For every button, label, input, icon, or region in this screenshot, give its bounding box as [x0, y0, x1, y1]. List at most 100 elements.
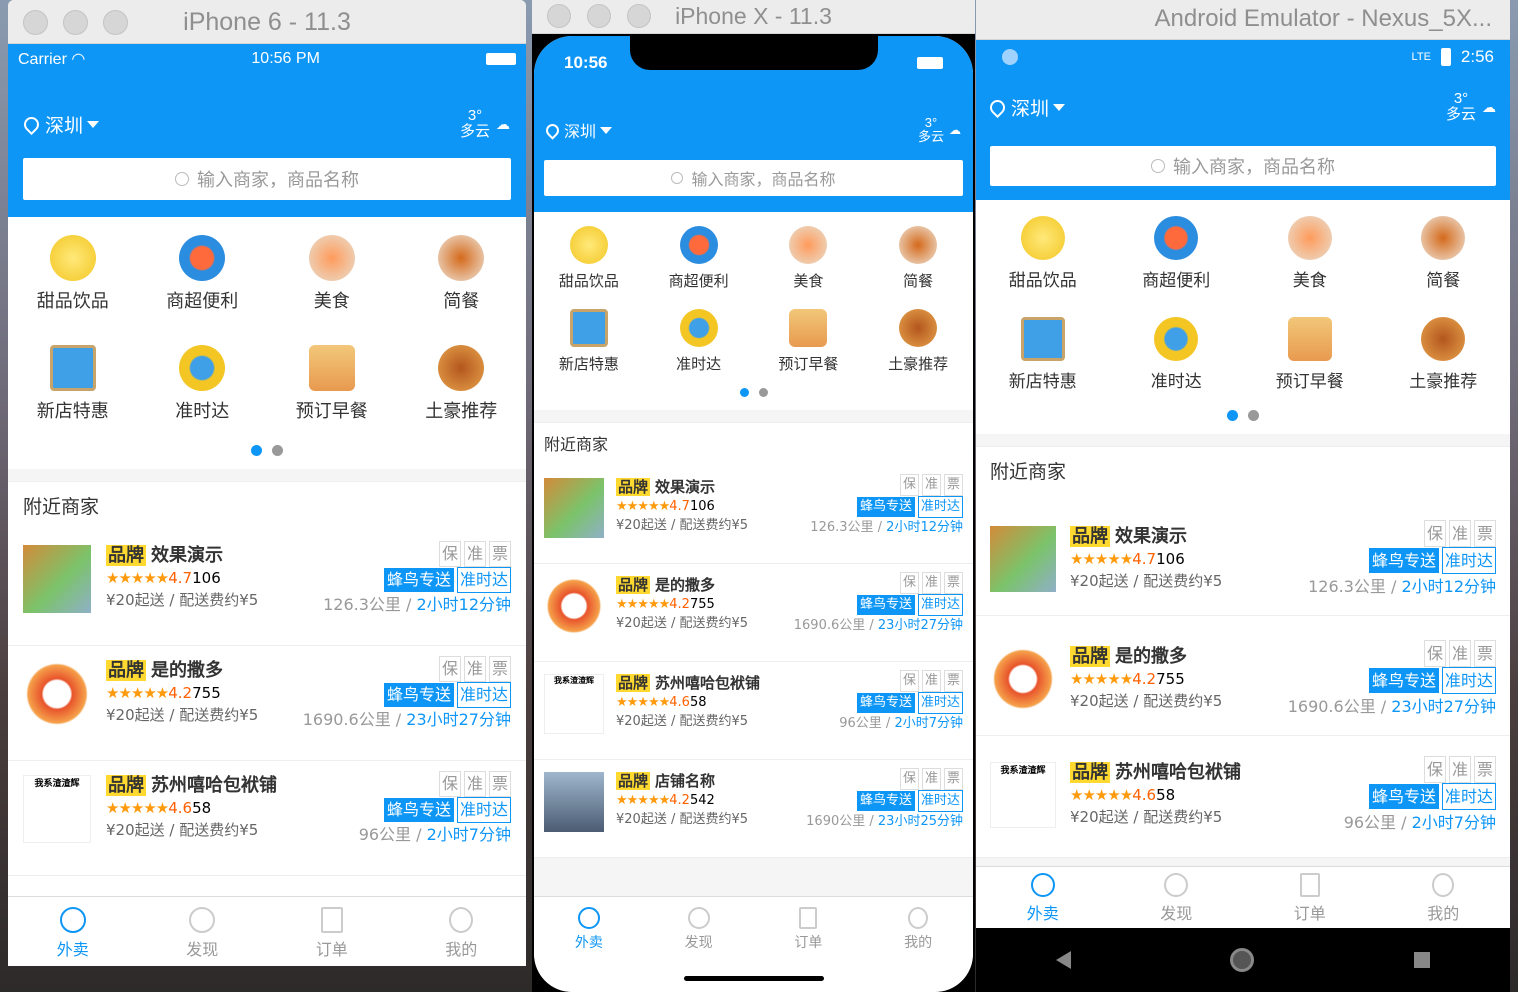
shop-card[interactable]: 品牌 是的撒多 ★★★★★4.2755 ¥20起送 / 配送费约¥5 保准票 蜂鸟… — [534, 564, 973, 662]
city-selector[interactable]: 深圳 — [543, 118, 613, 142]
category-item[interactable]: 预订早餐 — [267, 345, 397, 445]
guarantee-badge: 保 — [1424, 756, 1446, 783]
tab-orders[interactable]: 订单 — [1243, 873, 1377, 928]
page-dot[interactable] — [272, 445, 283, 456]
invoice-badge: 票 — [944, 572, 963, 594]
category-item[interactable]: 商超便利 — [1110, 216, 1244, 309]
search-input[interactable]: 输入商家，商品名称 — [990, 146, 1496, 186]
city-name: 深圳 — [1011, 98, 1050, 120]
distance-eta: 1690.6公里 / 23小时27分钟 — [793, 618, 963, 633]
category-item[interactable]: 预订早餐 — [1243, 317, 1377, 410]
search-input[interactable]: 输入商家，商品名称 — [544, 160, 963, 196]
takeout-icon — [1030, 873, 1055, 897]
shop-card[interactable]: 品牌 店铺名称 ★★★★★4.2542 ¥20起送 / 配送费约¥5 保准票 蜂鸟… — [534, 760, 973, 858]
category-item[interactable]: 甜品饮品 — [976, 216, 1110, 309]
category-item[interactable]: 美食 — [1243, 216, 1377, 309]
page-dot[interactable] — [758, 388, 768, 397]
minimize-window-button[interactable] — [63, 10, 88, 35]
search-input[interactable]: 输入商家，商品名称 — [23, 158, 511, 200]
zoom-window-button[interactable] — [103, 10, 128, 35]
category-item[interactable]: 简餐 — [1377, 216, 1511, 309]
category-item[interactable]: 准时达 — [1110, 317, 1244, 410]
category-item[interactable]: 甜品饮品 — [8, 235, 138, 335]
tab-takeout[interactable]: 外卖 — [976, 873, 1110, 928]
page-dot-active[interactable] — [1227, 410, 1238, 421]
tab-discover[interactable]: 发现 — [1110, 873, 1244, 928]
sales-count: 542 — [689, 793, 715, 808]
notch — [630, 36, 878, 70]
compass-icon — [189, 907, 216, 933]
home-icon[interactable] — [1230, 948, 1255, 972]
home-indicator[interactable] — [684, 976, 824, 981]
shop-card[interactable]: 品牌 是的撒多 ★★★★★4.2755 ¥20起送 / 配送费约¥5 保准票 蜂鸟… — [976, 616, 1510, 736]
category-item[interactable]: 新店特惠 — [534, 309, 644, 388]
guarantee-badge: 保 — [1424, 520, 1446, 547]
shop-thumbnail — [23, 545, 91, 613]
rating-value: 4.2 — [1132, 670, 1157, 688]
fengniao-badge: 蜂鸟专送 — [856, 693, 915, 713]
distance-eta: 1690.6公里 / 23小时27分钟 — [1287, 697, 1496, 716]
shop-card[interactable]: 品牌 是的撒多 ★★★★★4.2755 ¥20起送 / 配送费约¥5 保准票 蜂鸟… — [8, 646, 526, 761]
category-item[interactable]: 新店特惠 — [976, 317, 1110, 410]
window-titlebar[interactable]: Android Emulator - Nexus_5X... — [976, 0, 1510, 40]
search-placeholder: 输入商家，商品名称 — [691, 170, 836, 189]
category-item[interactable]: 准时达 — [138, 345, 268, 445]
category-item[interactable]: 美食 — [754, 226, 864, 305]
category-item[interactable]: 准时达 — [644, 309, 754, 388]
takeout-icon — [577, 907, 600, 929]
tab-profile[interactable]: 我的 — [397, 907, 527, 966]
category-item[interactable]: 商超便利 — [138, 235, 268, 335]
window-titlebar[interactable]: iPhone 6 - 11.3 — [8, 0, 526, 44]
shop-name: 效果演示 — [151, 545, 223, 566]
category-item[interactable]: 新店特惠 — [8, 345, 138, 445]
city-selector[interactable]: 深圳 — [20, 111, 100, 138]
food-icon — [1287, 216, 1332, 260]
category-item[interactable]: 简餐 — [863, 226, 973, 305]
city-selector[interactable]: 深圳 — [986, 94, 1066, 121]
category-item[interactable]: 土豪推荐 — [863, 309, 973, 388]
brand-tag: 品牌 — [616, 576, 651, 594]
shop-card[interactable]: 我系渣渣辉 品牌 苏州嘻哈包袱铺 ★★★★★4.658 ¥20起送 / 配送费约¥… — [976, 736, 1510, 858]
distance-eta: 1690公里 / 23小时25分钟 — [806, 814, 963, 829]
zhunshida-badge: 准时达 — [456, 567, 511, 593]
tab-takeout[interactable]: 外卖 — [8, 907, 138, 966]
category-item[interactable]: 美食 — [267, 235, 397, 335]
close-window-button[interactable] — [23, 10, 48, 35]
category-item[interactable]: 简餐 — [397, 235, 527, 335]
page-dot-active[interactable] — [739, 388, 749, 397]
shop-card[interactable]: 我系渣渣辉 品牌 苏州嘻哈包袱铺 ★★★★★4.658 ¥20起送 / 配送费约¥… — [534, 662, 973, 760]
shop-name: 店铺名称 — [655, 772, 716, 790]
distance-eta: 1690.6公里 / 23小时27分钟 — [302, 710, 511, 729]
shop-card[interactable]: 品牌 效果演示 ★★★★★4.7106 ¥20起送 / 配送费约¥5 保准票 蜂鸟… — [976, 496, 1510, 616]
shop-card[interactable]: 我系渣渣辉 品牌 苏州嘻哈包袱铺 ★★★★★4.658 ¥20起送 / 配送费约¥… — [8, 761, 526, 876]
category-item[interactable]: 土豪推荐 — [397, 345, 527, 445]
tab-discover[interactable]: 发现 — [138, 907, 268, 966]
shop-name: 是的撒多 — [1115, 646, 1187, 667]
supermarket-icon — [1154, 216, 1199, 260]
ontime-badge: 准 — [922, 768, 941, 790]
distance-eta: 126.3公里 / 2小时12分钟 — [323, 595, 511, 614]
page-dot[interactable] — [1248, 410, 1259, 421]
new-shop-icon — [569, 309, 608, 347]
shop-card[interactable]: 品牌 效果演示 ★★★★★4.7106 ¥20起送 / 配送费约¥5 保准票 蜂鸟… — [534, 466, 973, 564]
tab-takeout[interactable]: 外卖 — [534, 907, 644, 992]
window-titlebar[interactable]: iPhone X - 11.3 — [532, 0, 975, 34]
dessert-icon — [1020, 216, 1065, 260]
tab-profile[interactable]: 我的 — [1377, 873, 1511, 928]
shop-card[interactable]: 品牌 效果演示 ★★★★★4.7106 ¥20起送 / 配送费约¥5 保准票 蜂鸟… — [8, 531, 526, 646]
back-icon[interactable] — [1055, 951, 1071, 969]
category-item[interactable]: 商超便利 — [644, 226, 754, 305]
page-dot-active[interactable] — [251, 445, 262, 456]
window-title: iPhone X - 11.3 — [675, 3, 832, 29]
category-item[interactable]: 甜品饮品 — [534, 226, 644, 305]
category-item[interactable]: 预订早餐 — [754, 309, 864, 388]
tab-orders[interactable]: 订单 — [267, 907, 397, 966]
min-order: ¥20起送 / 配送费约¥5 — [616, 518, 748, 533]
shop-name: 效果演示 — [1115, 526, 1187, 547]
close-window-button[interactable] — [547, 4, 571, 28]
category-item[interactable]: 土豪推荐 — [1377, 317, 1511, 410]
minimize-window-button[interactable] — [587, 4, 611, 28]
tab-profile[interactable]: 我的 — [863, 907, 973, 992]
recents-icon[interactable] — [1414, 952, 1431, 968]
zoom-window-button[interactable] — [627, 4, 651, 28]
